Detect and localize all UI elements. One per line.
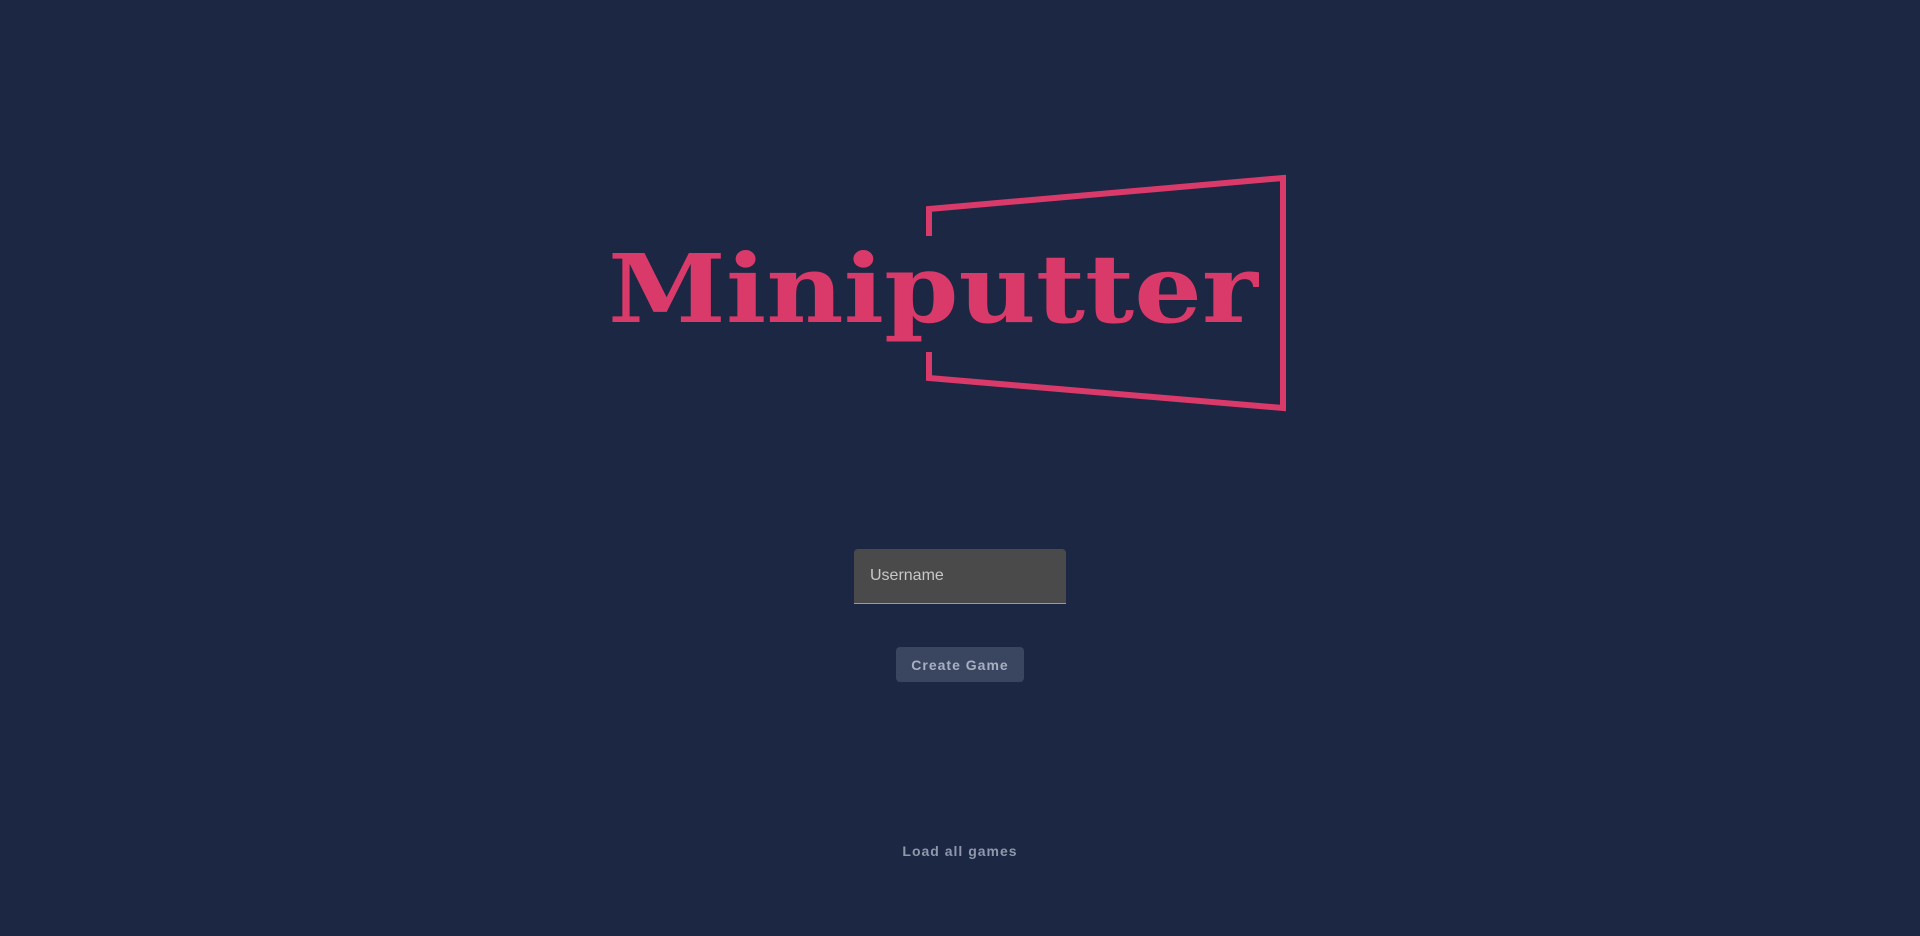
create-game-button[interactable]: Create Game xyxy=(896,647,1024,682)
username-input[interactable] xyxy=(854,549,1066,603)
miniputter-logo: Miniputter xyxy=(600,172,1300,422)
logo-wordmark: Miniputter xyxy=(608,234,1260,345)
username-field[interactable] xyxy=(854,549,1066,604)
load-all-games-link[interactable]: Load all games xyxy=(860,843,1060,859)
landing-page: Miniputter Create Game Load all games xyxy=(0,0,1920,936)
